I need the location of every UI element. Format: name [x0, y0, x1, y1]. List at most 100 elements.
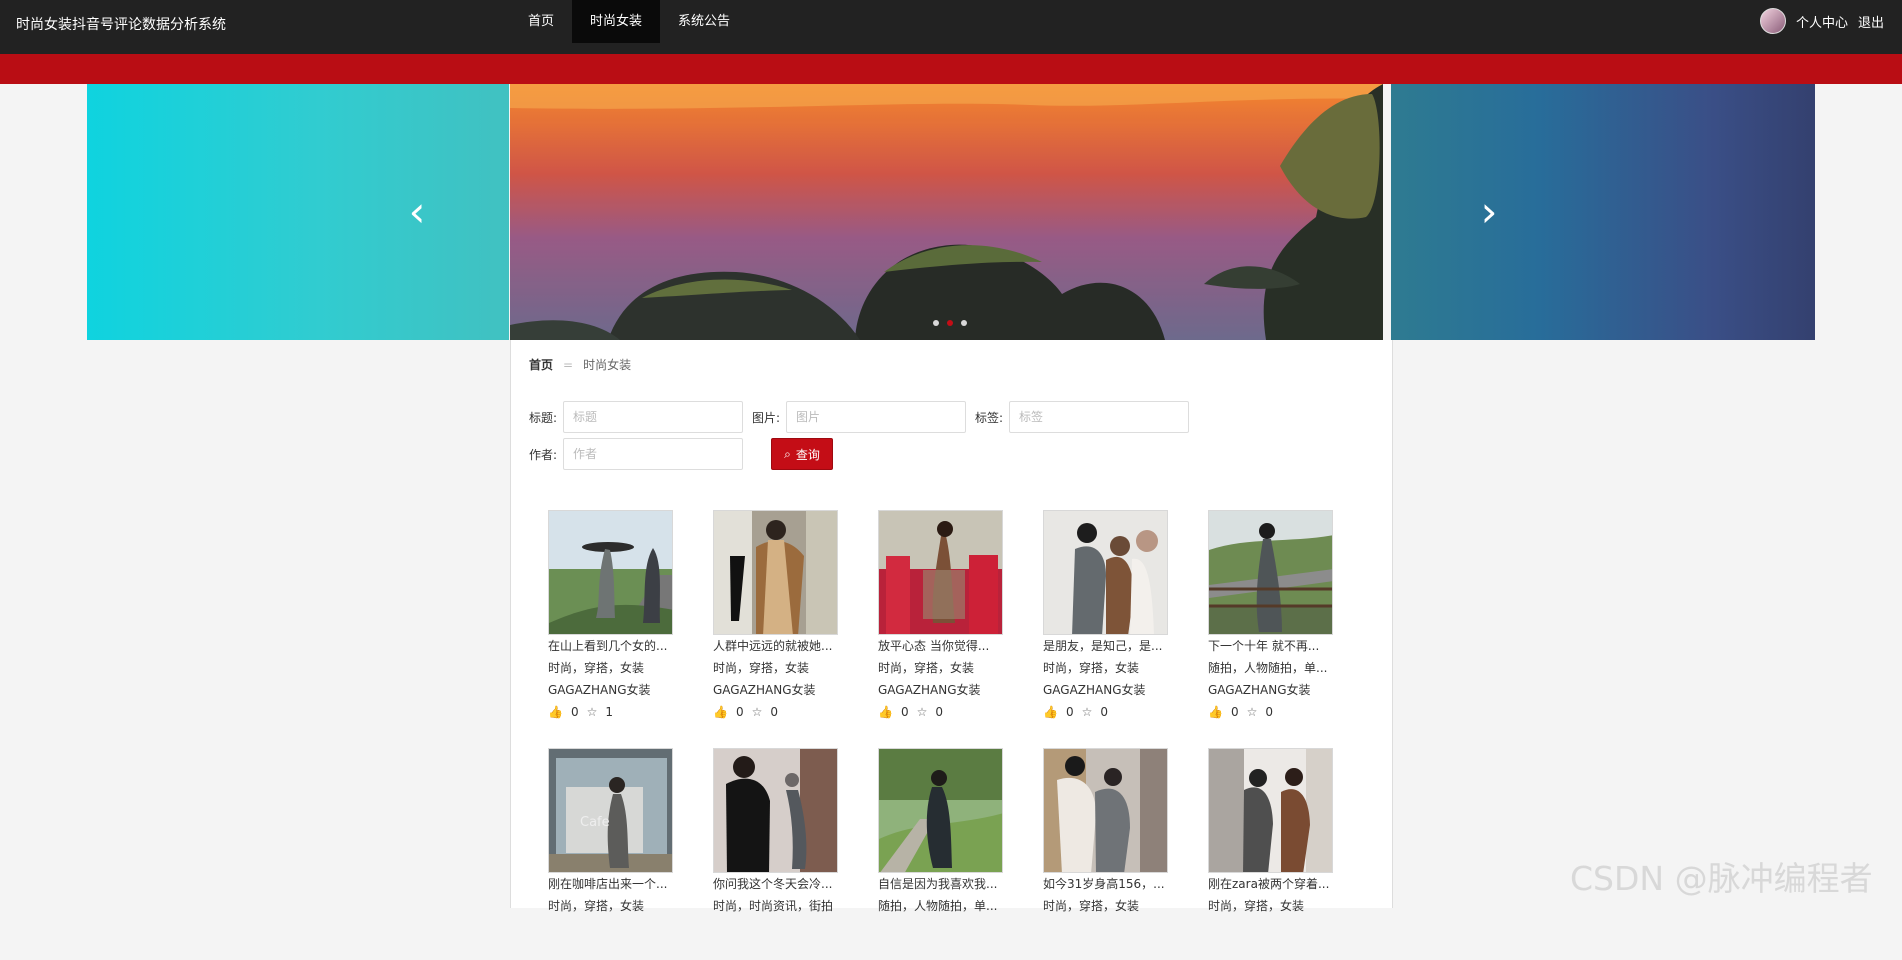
product-author: GAGAZHANG女装 — [713, 683, 816, 697]
thumb-up-icon: 👍 — [548, 705, 563, 719]
image-carousel[interactable]: ‹ › — [0, 84, 1902, 340]
product-image[interactable] — [713, 510, 838, 635]
breadcrumb-current: 时尚女装 — [583, 358, 632, 372]
product-tags: 随拍，人物随拍，单... — [878, 899, 998, 913]
carousel-dot-1[interactable] — [933, 320, 939, 326]
nav-home[interactable]: 首页 — [510, 0, 572, 43]
product-title[interactable]: 下一个十年 就不再... — [1208, 635, 1333, 657]
avatar[interactable] — [1759, 8, 1786, 34]
product-card[interactable]: 你问我这个冬天会冷... 时尚，时尚资讯，街拍 — [713, 748, 838, 960]
product-author: GAGAZHANG女装 — [1043, 683, 1146, 697]
carousel-current-slide[interactable] — [510, 84, 1383, 340]
product-card[interactable]: 自信是因为我喜欢我... 随拍，人物随拍，单... — [878, 748, 1003, 960]
star-icon: ☆ — [586, 705, 598, 719]
like-count: 0 — [1065, 705, 1074, 719]
product-tags: 时尚，穿搭，女装 — [1043, 661, 1140, 675]
product-stats: 👍 0 ☆ 0 — [878, 701, 1003, 722]
tag-input[interactable] — [1009, 401, 1190, 433]
product-tags: 时尚，穿搭，女装 — [713, 661, 810, 675]
carousel-dot-3[interactable] — [961, 320, 967, 326]
product-title[interactable]: 刚在咖啡店出来一个... — [548, 873, 673, 895]
product-image[interactable] — [878, 748, 1003, 873]
favorite-count: 0 — [770, 705, 778, 719]
carousel-dot-2[interactable] — [947, 320, 953, 326]
author-input[interactable] — [563, 438, 744, 470]
favorite-count: 1 — [605, 705, 613, 719]
star-icon: ☆ — [916, 705, 928, 719]
product-card[interactable]: 放平心态 当你觉得... 时尚，穿搭，女装 GAGAZHANG女装 👍 0 ☆ 0 — [878, 510, 1003, 722]
thumb-up-icon: 👍 — [1208, 705, 1223, 719]
chevron-right-icon[interactable]: › — [1469, 84, 1509, 340]
product-card[interactable]: 人群中远远的就被她... 时尚，穿搭，女装 GAGAZHANG女装 👍 0 ☆ 0 — [713, 510, 838, 722]
product-stats: 👍 0 ☆ 0 — [1208, 701, 1333, 722]
product-title[interactable]: 刚在zara被两个穿着... — [1208, 873, 1333, 895]
red-divider-bar — [0, 54, 1902, 84]
product-grid: 在山上看到几个女的... 时尚，穿搭，女装 GAGAZHANG女装 👍 0 ☆ 1 人群中远远… — [548, 510, 1358, 960]
product-title[interactable]: 是朋友，是知己，是... — [1043, 635, 1168, 657]
product-title[interactable]: 你问我这个冬天会冷... — [713, 873, 838, 895]
star-icon: ☆ — [1246, 705, 1258, 719]
product-image[interactable] — [1208, 748, 1333, 873]
favorite-count: 0 — [1265, 705, 1273, 719]
product-image[interactable] — [878, 510, 1003, 635]
product-tags: 时尚，穿搭，女装 — [1208, 899, 1305, 913]
nav-system-notice[interactable]: 系统公告 — [660, 0, 748, 43]
image-input[interactable] — [786, 401, 967, 433]
carousel-dots — [933, 320, 967, 326]
star-icon: ☆ — [751, 705, 763, 719]
product-card[interactable]: 下一个十年 就不再... 随拍，人物随拍，单... GAGAZHANG女装 👍 0 ☆ 0 — [1208, 510, 1333, 722]
product-card[interactable]: 是朋友，是知己，是... 时尚，穿搭，女装 GAGAZHANG女装 👍 0 ☆ 0 — [1043, 510, 1168, 722]
product-card[interactable]: 刚在zara被两个穿着... 时尚，穿搭，女装 — [1208, 748, 1333, 960]
product-title[interactable]: 放平心态 当你觉得... — [878, 635, 1003, 657]
breadcrumb-home[interactable]: 首页 — [529, 356, 553, 373]
title-input[interactable] — [563, 401, 744, 433]
profile-link[interactable]: 个人中心 — [1796, 12, 1848, 31]
product-image[interactable]: Cafe — [548, 748, 673, 873]
author-field: 作者: — [529, 438, 744, 470]
logout-link[interactable]: 退出 — [1858, 12, 1884, 31]
like-count: 0 — [900, 705, 909, 719]
chevron-left-icon[interactable]: ‹ — [397, 84, 437, 340]
product-image[interactable] — [548, 510, 673, 635]
favorite-count: 0 — [935, 705, 943, 719]
like-count: 0 — [1230, 705, 1239, 719]
product-title[interactable]: 自信是因为我喜欢我... — [878, 873, 1003, 895]
title-field: 标题: — [529, 401, 744, 433]
product-image[interactable] — [1208, 510, 1333, 635]
query-button[interactable]: ⌕ 查询 — [771, 438, 833, 470]
product-tags: 时尚，穿搭，女装 — [548, 899, 645, 913]
tag-label: 标签: — [975, 410, 1004, 425]
app-title: 时尚女装抖音号评论数据分析系统 — [16, 17, 226, 33]
image-label: 图片: — [752, 410, 781, 425]
user-menu: 个人中心 退出 — [1759, 8, 1884, 34]
thumb-up-icon: 👍 — [713, 705, 728, 719]
like-count: 0 — [735, 705, 744, 719]
product-stats: 👍 0 ☆ 0 — [713, 701, 838, 722]
product-card[interactable]: Cafe 刚在咖啡店出来一个... 时尚，穿搭，女装 — [548, 748, 673, 960]
product-image[interactable] — [713, 748, 838, 873]
product-image[interactable] — [1043, 748, 1168, 873]
nav-women-fashion[interactable]: 时尚女装 — [572, 0, 661, 43]
product-tags: 时尚，穿搭，女装 — [878, 661, 975, 675]
query-button-label: 查询 — [795, 447, 820, 462]
svg-text:Cafe: Cafe — [580, 815, 610, 830]
product-author: GAGAZHANG女装 — [878, 683, 981, 697]
carousel-next-slide[interactable]: › — [1391, 84, 1815, 340]
product-tags: 时尚，时尚资讯，街拍 — [713, 899, 834, 913]
tag-field: 标签: — [975, 401, 1190, 433]
product-author: GAGAZHANG女装 — [1208, 683, 1311, 697]
thumb-up-icon: 👍 — [878, 705, 893, 719]
product-card[interactable]: 如今31岁身高156，... 时尚，穿搭，女装 — [1043, 748, 1168, 960]
carousel-prev-slide[interactable]: ‹ — [87, 84, 509, 340]
star-icon: ☆ — [1081, 705, 1093, 719]
search-icon: ⌕ — [784, 446, 791, 461]
product-tags: 随拍，人物随拍，单... — [1208, 661, 1328, 675]
product-image[interactable] — [1043, 510, 1168, 635]
product-title[interactable]: 如今31岁身高156，... — [1043, 873, 1168, 895]
thumb-up-icon: 👍 — [1043, 705, 1058, 719]
author-label: 作者: — [529, 447, 558, 462]
favorite-count: 0 — [1100, 705, 1108, 719]
product-card[interactable]: 在山上看到几个女的... 时尚，穿搭，女装 GAGAZHANG女装 👍 0 ☆ 1 — [548, 510, 673, 722]
product-title[interactable]: 人群中远远的就被她... — [713, 635, 838, 657]
product-title[interactable]: 在山上看到几个女的... — [548, 635, 673, 657]
